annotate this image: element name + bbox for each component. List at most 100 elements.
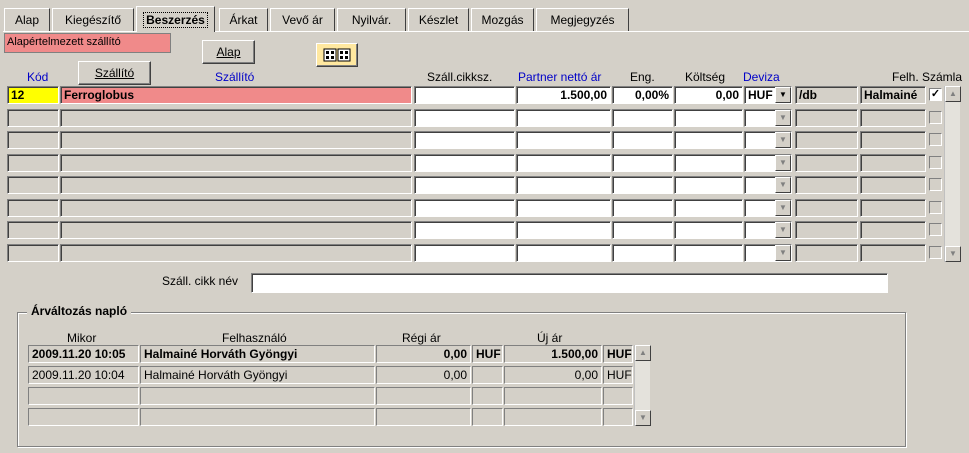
supplier-cell-cikkszam[interactable] [414,199,515,217]
szamla-checkbox[interactable] [929,246,942,259]
scroll-down-icon[interactable]: ▼ [945,246,961,262]
supplier-cell-kod[interactable] [7,199,59,217]
supplier-cell-koltseg[interactable] [674,221,743,239]
supplier-cell-per[interactable] [795,199,858,217]
chevron-down-icon[interactable]: ▼ [775,177,791,193]
supplier-cell-per[interactable] [795,221,858,239]
szamla-checkbox[interactable] [929,178,942,191]
item-name-input[interactable] [251,273,888,293]
tab-7[interactable]: Készlet [408,8,469,31]
supplier-cell-koltseg[interactable] [674,131,743,149]
supplier-cell-per[interactable]: /db [795,86,858,104]
supplier-cell-kod[interactable] [7,221,59,239]
supplier-cell-eng[interactable] [612,131,673,149]
supplier-cell-cikkszam[interactable] [414,244,515,262]
supplier-cell-szallito[interactable] [60,221,412,239]
supplier-cell-kod[interactable] [7,131,59,149]
supplier-cell-koltseg[interactable]: 0,00 [674,86,743,104]
supplier-cell-szallito[interactable] [60,131,412,149]
supplier-cell-felh[interactable] [860,131,926,149]
tab-2[interactable]: Kiegészítő [52,8,134,31]
supplier-cell-kod[interactable] [7,244,59,262]
supplier-cell-netto_ar[interactable] [516,109,611,127]
log-cell-uj_deviza: HUF [603,366,633,384]
szamla-checkbox[interactable] [929,201,942,214]
supplier-cell-cikkszam[interactable] [414,154,515,172]
supplier-cell-szallito[interactable] [60,199,412,217]
szamla-checkbox[interactable]: ✓ [929,88,942,101]
supplier-cell-netto_ar[interactable] [516,154,611,172]
scroll-up-icon[interactable]: ▲ [945,86,961,102]
chevron-down-icon[interactable]: ▼ [775,222,791,238]
log-scroll-up-icon[interactable]: ▲ [635,345,651,361]
tab-1[interactable]: Alap [4,8,50,31]
price-log-scrollbar[interactable]: ▲ ▼ [634,345,651,426]
supplier-cell-eng[interactable] [612,109,673,127]
supplier-cell-felh[interactable]: Halmainé [860,86,926,104]
supplier-cell-per[interactable] [795,131,858,149]
chevron-down-icon[interactable]: ▼ [775,87,791,103]
szamla-checkbox[interactable] [929,156,942,169]
chevron-down-icon[interactable]: ▼ [775,132,791,148]
supplier-cell-eng[interactable] [612,244,673,262]
supplier-cell-koltseg[interactable] [674,109,743,127]
supplier-cell-szallito[interactable] [60,244,412,262]
log-scroll-down-icon[interactable]: ▼ [635,410,651,426]
supplier-cell-cikkszam[interactable] [414,131,515,149]
supplier-cell-per[interactable] [795,176,858,194]
supplier-cell-koltseg[interactable] [674,244,743,262]
chevron-down-icon[interactable]: ▼ [775,110,791,126]
supplier-cell-eng[interactable] [612,176,673,194]
supplier-cell-netto_ar[interactable]: 1.500,00 [516,86,611,104]
supplier-cell-netto_ar[interactable] [516,199,611,217]
supplier-cell-eng[interactable] [612,199,673,217]
supplier-cell-szallito[interactable] [60,154,412,172]
supplier-grid-scrollbar[interactable]: ▲ ▼ [944,86,961,262]
supplier-cell-szallito[interactable] [60,109,412,127]
chevron-down-icon[interactable]: ▼ [775,200,791,216]
supplier-cell-per[interactable] [795,154,858,172]
supplier-cell-szallito[interactable]: Ferroglobus [60,86,412,104]
supplier-cell-netto_ar[interactable] [516,244,611,262]
supplier-cell-koltseg[interactable] [674,199,743,217]
supplier-cell-felh[interactable] [860,244,926,262]
supplier-cell-cikkszam[interactable] [414,221,515,239]
grid-icon-button[interactable] [316,43,358,67]
tab-3[interactable]: Beszerzés [136,6,215,32]
supplier-cell-netto_ar[interactable] [516,131,611,149]
tab-6[interactable]: Nyilvár. [337,8,406,31]
tab-8[interactable]: Mozgás [471,8,534,31]
supplier-cell-koltseg[interactable] [674,154,743,172]
tab-9[interactable]: Megjegyzés [536,8,629,31]
supplier-cell-kod[interactable]: 12 [7,86,59,104]
supplier-cell-kod[interactable] [7,154,59,172]
supplier-cell-felh[interactable] [860,154,926,172]
supplier-cell-felh[interactable] [860,109,926,127]
tab-4[interactable]: Árkat [219,8,268,31]
supplier-cell-eng[interactable]: 0,00% [612,86,673,104]
szallito-button[interactable]: Szállító [78,61,151,85]
supplier-cell-felh[interactable] [860,199,926,217]
supplier-cell-cikkszam[interactable] [414,109,515,127]
tab-5[interactable]: Vevő ár [270,8,335,31]
supplier-cell-felh[interactable] [860,221,926,239]
supplier-cell-cikkszam[interactable] [414,86,515,104]
szamla-checkbox[interactable] [929,223,942,236]
supplier-cell-netto_ar[interactable] [516,221,611,239]
supplier-cell-per[interactable] [795,109,858,127]
supplier-cell-cikkszam[interactable] [414,176,515,194]
szamla-checkbox[interactable] [929,133,942,146]
supplier-cell-koltseg[interactable] [674,176,743,194]
supplier-cell-per[interactable] [795,244,858,262]
supplier-cell-eng[interactable] [612,154,673,172]
supplier-cell-felh[interactable] [860,176,926,194]
chevron-down-icon[interactable]: ▼ [775,245,791,261]
chevron-down-icon[interactable]: ▼ [775,155,791,171]
supplier-cell-eng[interactable] [612,221,673,239]
supplier-cell-netto_ar[interactable] [516,176,611,194]
supplier-cell-szallito[interactable] [60,176,412,194]
supplier-cell-kod[interactable] [7,176,59,194]
alap-button[interactable]: Alap [202,40,255,64]
szamla-checkbox[interactable] [929,111,942,124]
supplier-cell-kod[interactable] [7,109,59,127]
